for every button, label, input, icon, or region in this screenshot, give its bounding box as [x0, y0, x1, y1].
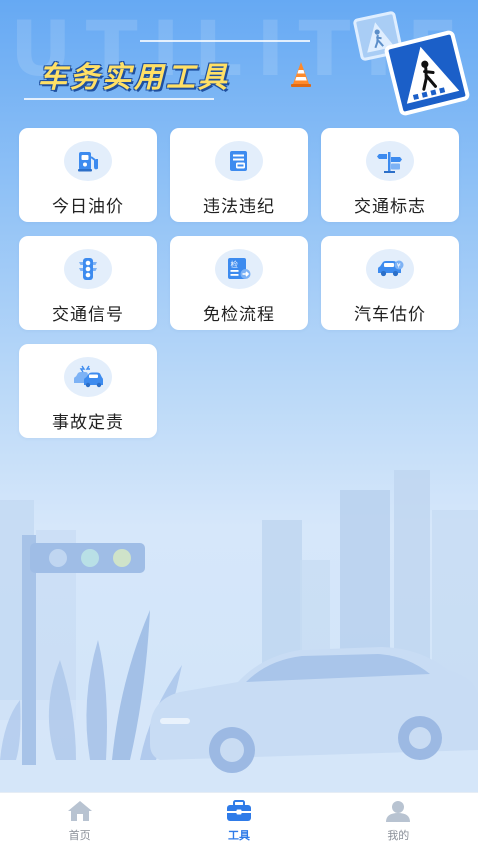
city-street-illustration: [0, 470, 478, 800]
tool-label: 今日油价: [52, 197, 124, 217]
header: 车务实用工具: [38, 54, 230, 96]
inspection-doc-icon: 检: [215, 249, 263, 289]
tool-card-car-valuation[interactable]: ¥ 汽车估价: [321, 236, 459, 330]
tab-label: 首页: [68, 829, 91, 842]
tool-label: 汽车估价: [354, 305, 426, 325]
tab-home[interactable]: 首页: [0, 793, 159, 850]
tools-grid: 今日油价 违法违纪 交通标志 交通信号 检 免检流程 ¥ 汽车估价 事故定责: [19, 128, 459, 438]
traffic-cone-icon: [291, 62, 311, 87]
tool-card-oil-price[interactable]: 今日油价: [19, 128, 157, 222]
tool-card-violation[interactable]: 违法违纪: [170, 128, 308, 222]
title-decoration-line: [140, 40, 310, 42]
traffic-sign-icon: [366, 141, 414, 181]
svg-text:¥: ¥: [397, 261, 401, 269]
bottom-tab-bar: 首页 工具 我的: [0, 792, 478, 850]
tool-card-traffic-signs[interactable]: 交通标志: [321, 128, 459, 222]
svg-text:检: 检: [231, 259, 239, 269]
tool-card-traffic-signal[interactable]: 交通信号: [19, 236, 157, 330]
tab-mine[interactable]: 我的: [319, 793, 478, 850]
page-title: 车务实用工具: [38, 60, 231, 94]
tab-label: 我的: [387, 829, 410, 842]
car-price-icon: ¥: [366, 249, 414, 289]
tool-label: 免检流程: [203, 305, 275, 325]
toolbox-icon: [226, 800, 251, 821]
fuel-pump-icon: [64, 141, 112, 181]
car-accident-icon: [64, 357, 112, 397]
tool-card-inspection-exempt[interactable]: 检 免检流程: [170, 236, 308, 330]
tool-label: 事故定责: [52, 413, 124, 433]
tool-label: 交通信号: [52, 305, 124, 325]
home-icon: [67, 801, 92, 821]
violation-doc-icon: [215, 141, 263, 181]
title-decoration-line: [24, 98, 214, 100]
tool-card-accident-liability[interactable]: 事故定责: [19, 344, 157, 438]
tab-label: 工具: [227, 829, 250, 842]
user-icon: [386, 801, 411, 822]
tool-label: 违法违纪: [203, 197, 275, 217]
traffic-light-icon: [64, 249, 112, 289]
tab-tools[interactable]: 工具: [159, 793, 318, 850]
tool-label: 交通标志: [354, 197, 426, 217]
